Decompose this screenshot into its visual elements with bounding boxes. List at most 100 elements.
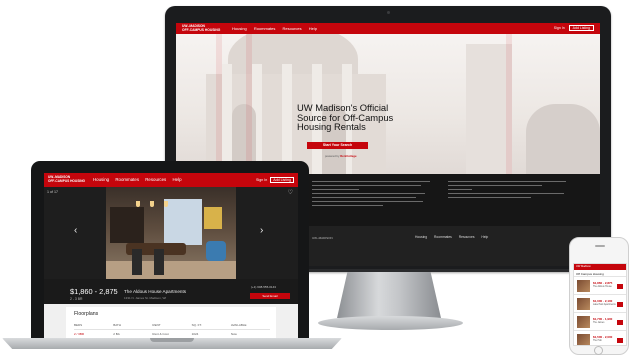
listing-thumbnail bbox=[577, 334, 590, 345]
listing-beds: 2 - 3 BR bbox=[70, 297, 83, 301]
pendant-lamp bbox=[164, 201, 168, 207]
nav-roommates[interactable]: Roommates bbox=[254, 26, 276, 31]
sign-in-link[interactable]: Sign In bbox=[554, 26, 565, 30]
listing-name: The Aldous House bbox=[593, 286, 612, 288]
laptop-screen: UW–MADISON OFF-CAMPUS HOUSING Housing Ro… bbox=[44, 173, 298, 340]
add-listing-button[interactable]: Add Listing bbox=[270, 177, 294, 183]
listing-price: $1,700 - 1,900 bbox=[593, 317, 613, 321]
desktop-nav-menu: Housing Roommates Resources Help bbox=[232, 26, 323, 31]
brand-line-2: OFF-CAMPUS HOUSING bbox=[48, 178, 86, 183]
hero-banner bbox=[506, 34, 512, 174]
listing-name: The Hub bbox=[593, 340, 602, 342]
listing-action-button[interactable] bbox=[617, 302, 623, 307]
laptop-notch bbox=[150, 338, 194, 342]
contact-button[interactable]: Send Email bbox=[250, 293, 290, 299]
nav-resources[interactable]: Resources bbox=[145, 177, 166, 182]
list-item[interactable]: $1,000 - 2,100 Lake Park Apartments bbox=[574, 294, 626, 313]
laptop-navbar: UW–MADISON OFF-CAMPUS HOUSING Housing Ro… bbox=[44, 173, 298, 187]
listing-thumbnail bbox=[577, 280, 590, 292]
listing-thumbnail bbox=[577, 316, 590, 328]
monitor-camera bbox=[387, 11, 390, 14]
add-listing-button[interactable]: Add Listing bbox=[568, 25, 594, 31]
hero-banner bbox=[246, 34, 252, 174]
hero-tree bbox=[526, 104, 600, 174]
start-search-button[interactable]: Start Your Search bbox=[307, 142, 368, 149]
pendant-lamp bbox=[136, 201, 140, 207]
footer-link-roommates[interactable]: Roommates bbox=[434, 235, 452, 239]
hero-banner bbox=[216, 34, 222, 174]
nav-resources[interactable]: Resources bbox=[283, 26, 302, 31]
laptop-account-area: Sign In Add Listing bbox=[256, 177, 294, 183]
listing-price: $1,860 - 2,875 bbox=[593, 281, 613, 285]
info-text-block bbox=[448, 181, 566, 201]
listing-action-button[interactable] bbox=[617, 320, 623, 325]
next-arrow-icon[interactable]: › bbox=[260, 225, 263, 236]
photo-artwork bbox=[204, 207, 222, 229]
photo-gallery: 1 of 17 ♡ ‹ › bbox=[44, 187, 298, 279]
cell-bath: 2 BA bbox=[113, 332, 120, 336]
floorplans-card: Floorplans BEDS BATH RENT SQ. FT. AVAILA… bbox=[66, 307, 276, 340]
list-item[interactable]: $1,500 - 2,000 The Hub bbox=[574, 330, 626, 345]
desktop-hero: UW Madison's Official Source for Off-Cam… bbox=[176, 34, 600, 174]
pendant-lamp bbox=[150, 201, 154, 207]
listing-info-bar: $1,860 - 2,875 2 - 3 BR The Aldous House… bbox=[44, 279, 298, 304]
header-sqft: SQ. FT. bbox=[191, 323, 202, 327]
photo-stool bbox=[154, 249, 164, 275]
footer-links: Housing Roommates Resources Help bbox=[415, 235, 494, 239]
nav-housing[interactable]: Housing bbox=[93, 177, 109, 182]
list-item[interactable]: $1,860 - 2,875 The Aldous House bbox=[574, 276, 626, 295]
contact-phone[interactable]: (+1) 608-555-0143 bbox=[251, 285, 276, 289]
listing-action-button[interactable] bbox=[617, 284, 623, 289]
apartment-name: The Aldous House Apartments bbox=[124, 289, 187, 294]
listing-action-button[interactable] bbox=[617, 338, 623, 343]
info-text-block bbox=[312, 181, 430, 209]
footer-link-help[interactable]: Help bbox=[481, 235, 488, 239]
phone-navbar: UW Madison bbox=[574, 264, 626, 270]
cell-sqft: 1024 bbox=[191, 332, 199, 336]
nav-roommates[interactable]: Roommates bbox=[115, 177, 139, 182]
laptop: UW–MADISON OFF-CAMPUS HOUSING Housing Ro… bbox=[31, 161, 309, 340]
photo-floor bbox=[106, 261, 236, 279]
header-bath: BATH bbox=[113, 323, 121, 327]
phone-home-button[interactable] bbox=[594, 346, 603, 355]
desktop-account-area: Sign In Add Listing bbox=[554, 25, 594, 31]
desktop-navbar: UW–MADISON OFF-CAMPUS HOUSING Housing Ro… bbox=[176, 23, 600, 34]
nav-help[interactable]: Help bbox=[172, 177, 181, 182]
listing-thumbnail bbox=[577, 298, 590, 310]
table-header-row: BEDS BATH RENT SQ. FT. AVAILABLE bbox=[74, 321, 270, 330]
laptop-brand-logo[interactable]: UW–MADISON OFF-CAMPUS HOUSING bbox=[48, 175, 88, 183]
listing-price: $1,500 - 2,000 bbox=[593, 335, 613, 339]
monitor-stand-base bbox=[318, 316, 463, 330]
prev-arrow-icon[interactable]: ‹ bbox=[74, 225, 77, 236]
nav-housing[interactable]: Housing bbox=[232, 26, 247, 31]
apartment-address: 1331 N. James St. Madison, WI bbox=[124, 296, 167, 300]
listing-name: The James bbox=[593, 322, 605, 324]
heart-icon[interactable]: ♡ bbox=[288, 189, 293, 196]
phone-brand[interactable]: UW Madison bbox=[576, 265, 591, 268]
cell-rent: Rent & Cost bbox=[152, 332, 169, 336]
footer-link-resources[interactable]: Resources bbox=[459, 235, 475, 239]
desktop-brand-logo[interactable]: UW–MADISON OFF-CAMPUS HOUSING bbox=[182, 24, 222, 32]
photo-chair bbox=[206, 241, 226, 261]
laptop-nav-menu: Housing Roommates Resources Help bbox=[93, 177, 187, 182]
brand-line-2: OFF-CAMPUS HOUSING bbox=[182, 27, 221, 32]
list-item[interactable]: $1,700 - 1,900 The James bbox=[574, 312, 626, 331]
sign-in-link[interactable]: Sign In bbox=[256, 178, 267, 182]
header-rent: RENT bbox=[152, 323, 161, 327]
hero-headline: UW Madison's Official Source for Off-Cam… bbox=[297, 102, 394, 133]
header-beds: BEDS bbox=[74, 323, 83, 327]
phone-screen: UW Madison Off Campus Housing $1,860 - 2… bbox=[573, 263, 627, 346]
listing-price: $1,860 - 2,875 bbox=[70, 287, 118, 296]
footer-logo: UW–MADISON bbox=[312, 236, 333, 240]
phone: UW Madison Off Campus Housing $1,860 - 2… bbox=[569, 237, 629, 355]
footer-link-housing[interactable]: Housing bbox=[415, 235, 427, 239]
header-available: AVAILABLE bbox=[230, 323, 247, 327]
listing-content: Floorplans BEDS BATH RENT SQ. FT. AVAILA… bbox=[44, 304, 298, 340]
powered-by-label: powered by bbox=[325, 154, 340, 158]
nav-help[interactable]: Help bbox=[309, 26, 317, 31]
listing-price: $1,000 - 2,100 bbox=[593, 299, 613, 303]
monitor-stand bbox=[337, 272, 441, 318]
powered-by-brand[interactable]: RentCollege bbox=[340, 154, 356, 158]
hero-column bbox=[222, 64, 232, 174]
photo-stool bbox=[132, 249, 142, 275]
